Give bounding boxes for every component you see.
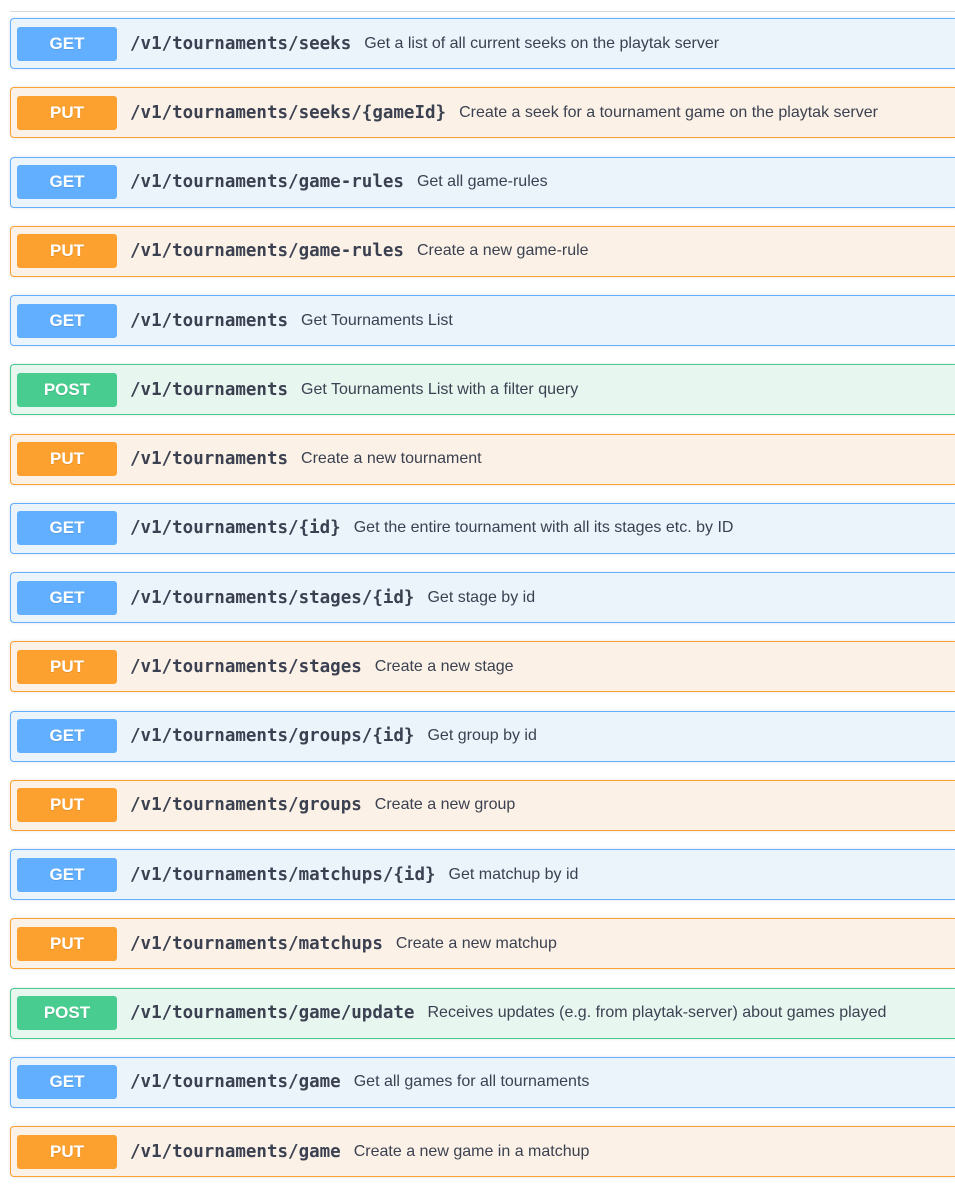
- http-method-badge: GET: [17, 719, 117, 753]
- operation-path: /v1/tournaments/{id}: [130, 518, 341, 539]
- operation-summary: Receives updates (e.g. from playtak-serv…: [427, 1004, 887, 1021]
- http-method-badge: GET: [17, 580, 117, 615]
- operation-row-put[interactable]: PUT /v1/tournaments/matchups Create a ne…: [10, 918, 955, 970]
- operation-row-put[interactable]: PUT /v1/tournaments Create a new tournam…: [10, 433, 955, 485]
- operation-path: /v1/tournaments/matchups/{id}: [130, 864, 436, 885]
- operations-list: GET /v1/tournaments/seeks Get a list of …: [10, 18, 955, 1189]
- operation-row-get[interactable]: GET /v1/tournaments/matchups/{id} Get ma…: [10, 849, 955, 900]
- operation-path: /v1/tournaments/game: [130, 1141, 341, 1162]
- http-method-badge: GET: [17, 26, 117, 61]
- operation-summary: Create a new tournament: [301, 450, 482, 467]
- operation-summary: Get group by id: [427, 727, 537, 744]
- operation-summary: Create a new group: [374, 796, 516, 814]
- operation-summary: Get Tournaments List with a filter query: [301, 380, 579, 398]
- http-method-badge: PUT: [17, 788, 117, 823]
- top-divider: [10, 11, 955, 12]
- http-method-badge: PUT: [17, 649, 117, 684]
- operation-path: /v1/tournaments/matchups: [130, 933, 383, 954]
- operation-summary: Get all game-rules: [416, 173, 548, 190]
- operation-summary: Create a new game in a matchup: [353, 1142, 590, 1160]
- operation-path: /v1/tournaments/seeks: [130, 33, 352, 54]
- operation-path: /v1/tournaments/seeks/{gameId}: [130, 102, 447, 123]
- operation-summary: Create a new matchup: [395, 934, 557, 952]
- operation-summary: Get stage by id: [427, 588, 536, 606]
- http-method-badge: PUT: [17, 442, 117, 476]
- operation-summary: Get all games for all tournaments: [353, 1073, 590, 1091]
- operation-summary: Get a list of all current seeks on the p…: [364, 34, 720, 52]
- operation-path: /v1/tournaments: [130, 310, 289, 331]
- operation-row-put[interactable]: PUT /v1/tournaments/stages Create a new …: [10, 641, 955, 693]
- operation-row-put[interactable]: PUT /v1/tournaments/game Create a new ga…: [10, 1126, 955, 1177]
- operation-row-get[interactable]: GET /v1/tournaments/game Get all games f…: [10, 1056, 955, 1108]
- operation-row-get[interactable]: GET /v1/tournaments/game-rules Get all g…: [10, 156, 955, 208]
- http-method-badge: PUT: [17, 1134, 117, 1169]
- operation-summary: Create a new stage: [374, 657, 514, 675]
- operation-path: /v1/tournaments/groups/{id}: [130, 726, 415, 746]
- operation-row-put[interactable]: PUT /v1/tournaments/game-rules Create a …: [10, 225, 955, 277]
- operation-row-post[interactable]: POST /v1/tournaments/game/update Receive…: [10, 987, 955, 1039]
- http-method-badge: GET: [17, 511, 117, 546]
- operation-row-get[interactable]: GET /v1/tournaments/seeks Get a list of …: [10, 18, 955, 69]
- operation-path: /v1/tournaments: [130, 379, 289, 400]
- operation-row-get[interactable]: GET /v1/tournaments/groups/{id} Get grou…: [10, 710, 955, 762]
- operation-summary: Get Tournaments List: [301, 311, 453, 329]
- operation-summary: Get the entire tournament with all its s…: [353, 519, 734, 537]
- http-method-badge: POST: [17, 996, 117, 1030]
- operation-row-get[interactable]: GET /v1/tournaments Get Tournaments List: [10, 295, 955, 346]
- operation-summary: Create a new game-rule: [416, 242, 589, 260]
- http-method-badge: PUT: [17, 234, 117, 269]
- operation-path: /v1/tournaments/groups: [130, 795, 362, 816]
- http-method-badge: POST: [17, 372, 117, 407]
- operation-path: /v1/tournaments/game-rules: [130, 172, 404, 192]
- operation-path: /v1/tournaments/game/update: [130, 1003, 415, 1023]
- operation-row-post[interactable]: POST /v1/tournaments Get Tournaments Lis…: [10, 364, 955, 416]
- http-method-badge: GET: [17, 303, 117, 338]
- operation-path: /v1/tournaments/stages/{id}: [130, 587, 415, 608]
- http-method-badge: GET: [17, 165, 117, 199]
- operation-row-put[interactable]: PUT /v1/tournaments/seeks/{gameId} Creat…: [10, 87, 955, 139]
- http-method-badge: PUT: [17, 95, 117, 130]
- http-method-badge: PUT: [17, 926, 117, 961]
- operation-summary: Get matchup by id: [448, 865, 579, 883]
- operation-path: /v1/tournaments/game: [130, 1072, 341, 1093]
- operation-summary: Create a seek for a tournament game on t…: [459, 103, 878, 121]
- operation-path: /v1/tournaments: [130, 449, 289, 469]
- operation-path: /v1/tournaments/game-rules: [130, 241, 404, 262]
- operation-row-put[interactable]: PUT /v1/tournaments/groups Create a new …: [10, 779, 955, 831]
- operation-row-get[interactable]: GET /v1/tournaments/{id} Get the entire …: [10, 502, 955, 554]
- operation-path: /v1/tournaments/stages: [130, 656, 362, 677]
- operation-row-get[interactable]: GET /v1/tournaments/stages/{id} Get stag…: [10, 572, 955, 623]
- http-method-badge: GET: [17, 857, 117, 892]
- http-method-badge: GET: [17, 1065, 117, 1100]
